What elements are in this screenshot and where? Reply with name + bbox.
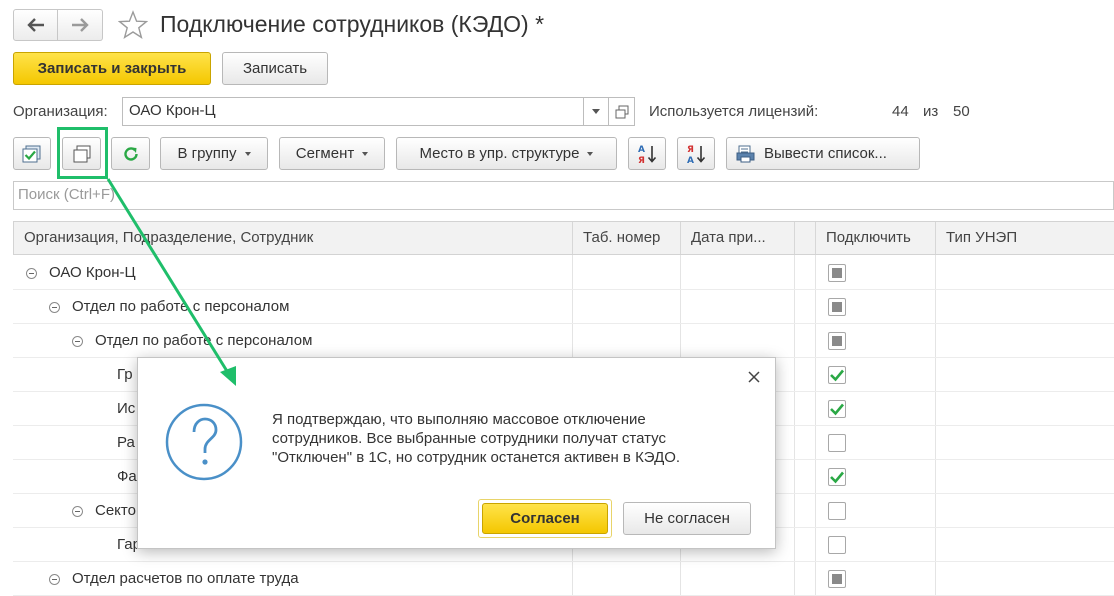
organization-open-button[interactable] <box>609 97 635 126</box>
column-header-organization[interactable]: Организация, Подразделение, Сотрудник <box>14 222 573 254</box>
table-header: Организация, Подразделение, Сотрудник Та… <box>13 221 1114 255</box>
print-list-icon <box>736 145 755 162</box>
row-name: Фа <box>117 468 137 485</box>
column-header-hire-date[interactable]: Дата при... <box>681 222 795 254</box>
sort-descending-icon: Я А <box>687 145 706 165</box>
svg-text:А: А <box>638 145 645 155</box>
refresh-icon <box>123 146 138 161</box>
dialog-message: Я подтверждаю, что выполняю массовое отк… <box>272 410 742 467</box>
close-icon[interactable] <box>743 366 765 388</box>
open-window-icon <box>615 105 628 118</box>
save-and-close-button[interactable]: Записать и закрыть <box>13 52 211 85</box>
column-header-connect[interactable]: Подключить <box>816 222 936 254</box>
chevron-down-icon <box>587 151 594 156</box>
dialog-message-line: сотрудников. Все выбранные сотрудники по… <box>272 430 667 447</box>
chevron-down-icon <box>244 151 251 156</box>
highlight-frame <box>57 127 108 179</box>
connect-checkbox[interactable] <box>828 502 846 520</box>
connect-checkbox[interactable] <box>828 400 846 418</box>
collapse-icon[interactable] <box>26 268 37 279</box>
sort-descending-button[interactable]: Я А <box>677 137 715 170</box>
row-name: ОАО Крон-Ц <box>49 264 136 281</box>
license-total: 50 <box>953 103 970 120</box>
segment-label: Сегмент <box>295 145 355 162</box>
checkmark-icon <box>830 369 844 382</box>
svg-text:Я: Я <box>687 145 694 155</box>
license-label: Используется лицензий: <box>649 103 819 120</box>
star-icon[interactable] <box>118 10 148 40</box>
svg-text:А: А <box>687 156 694 165</box>
print-list-label: Вывести список... <box>764 145 887 162</box>
row-name: Ис <box>117 400 136 417</box>
connect-checkbox[interactable] <box>828 332 846 350</box>
structure-place-label: Место в упр. структуре <box>419 145 580 162</box>
table-row[interactable]: ОАО Крон-Ц <box>13 256 1114 290</box>
page-title: Подключение сотрудников (КЭДО) * <box>160 11 545 37</box>
structure-place-button[interactable]: Место в упр. структуре <box>396 137 617 170</box>
check-all-icon <box>22 145 41 162</box>
column-header-blank[interactable] <box>795 222 816 254</box>
checkmark-icon <box>830 471 844 484</box>
collapse-icon[interactable] <box>49 302 60 313</box>
check-all-button[interactable] <box>13 137 51 170</box>
chevron-down-icon <box>362 151 369 156</box>
collapse-icon[interactable] <box>72 336 83 347</box>
organization-field[interactable]: ОАО Крон-Ц <box>122 97 584 126</box>
confirmation-dialog: Я подтверждаю, что выполняю массовое отк… <box>137 357 776 549</box>
connect-checkbox[interactable] <box>828 298 846 316</box>
svg-text:Я: Я <box>638 156 645 165</box>
segment-button[interactable]: Сегмент <box>279 137 385 170</box>
connect-checkbox[interactable] <box>828 570 846 588</box>
sort-ascending-button[interactable]: А Я <box>628 137 666 170</box>
arrow-right-icon <box>72 18 89 32</box>
search-input[interactable]: Поиск (Ctrl+F) <box>13 181 1114 210</box>
column-header-signature-type[interactable]: Тип УНЭП <box>936 222 1114 254</box>
forward-button[interactable] <box>58 9 103 41</box>
row-name: Отдел по работе с персоналом <box>95 332 313 349</box>
row-name: Отдел расчетов по оплате труда <box>72 570 299 587</box>
table-row[interactable]: Отдел расчетов по оплате труда <box>13 562 1114 596</box>
organization-dropdown-button[interactable] <box>584 97 609 126</box>
row-name: Ра <box>117 434 135 451</box>
row-name: Отдел по работе с персоналом <box>72 298 290 315</box>
print-list-button[interactable]: Вывести список... <box>726 137 920 170</box>
table-row[interactable]: Отдел по работе с персоналом <box>13 324 1114 358</box>
license-of: из <box>923 103 939 120</box>
license-used: 44 <box>892 103 909 120</box>
connect-checkbox[interactable] <box>828 434 846 452</box>
agree-button[interactable]: Согласен <box>482 503 608 534</box>
to-group-label: В группу <box>177 145 237 162</box>
back-button[interactable] <box>13 9 58 41</box>
question-icon <box>165 403 243 481</box>
save-button[interactable]: Записать <box>222 52 328 85</box>
disagree-button[interactable]: Не согласен <box>623 502 751 535</box>
connect-checkbox[interactable] <box>828 468 846 486</box>
connect-checkbox[interactable] <box>828 264 846 282</box>
row-name: Гр <box>117 366 133 383</box>
dialog-message-line: "Отключен" в 1С, но сотрудник останется … <box>272 449 681 466</box>
row-name: Секто <box>95 502 136 519</box>
collapse-icon[interactable] <box>49 574 60 585</box>
checkmark-icon <box>830 403 844 416</box>
collapse-icon[interactable] <box>72 506 83 517</box>
refresh-button[interactable] <box>111 137 150 170</box>
dialog-message-line: Я подтверждаю, что выполняю массовое отк… <box>272 411 646 428</box>
organization-label: Организация: <box>13 103 108 120</box>
connect-checkbox[interactable] <box>828 536 846 554</box>
sort-ascending-icon: А Я <box>638 145 657 165</box>
connect-checkbox[interactable] <box>828 366 846 384</box>
arrow-left-icon <box>26 18 44 32</box>
table-row[interactable]: Отдел по работе с персоналом <box>13 290 1114 324</box>
to-group-button[interactable]: В группу <box>160 137 268 170</box>
chevron-down-icon <box>592 109 600 114</box>
column-header-tab-number[interactable]: Таб. номер <box>573 222 681 254</box>
